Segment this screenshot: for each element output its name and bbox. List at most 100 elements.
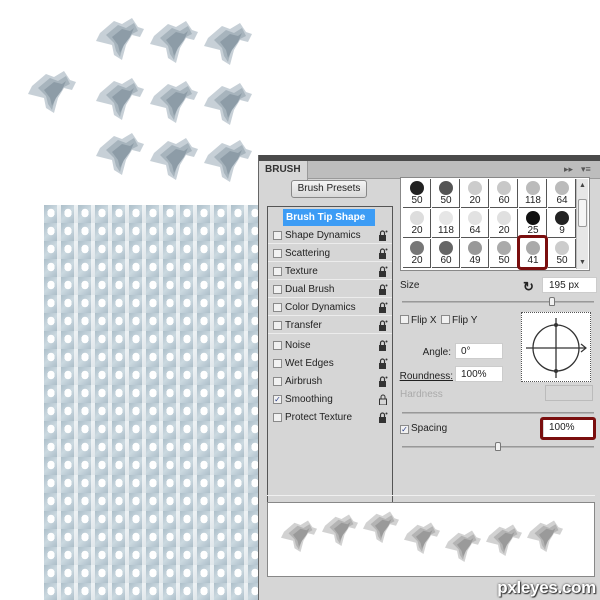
- flip-y-checkbox[interactable]: Flip Y: [441, 315, 477, 326]
- option-wet-edges[interactable]: Wet Edges: [268, 355, 392, 372]
- brush-tip[interactable]: 25: [519, 209, 547, 238]
- brush-tip-thumbnail: [526, 181, 540, 195]
- brush-tip[interactable]: 20: [490, 209, 518, 238]
- brush-tip[interactable]: 50: [403, 179, 431, 208]
- brush-stamp: [24, 68, 80, 118]
- checkbox[interactable]: [273, 341, 282, 350]
- brush-tip[interactable]: 9: [548, 209, 576, 238]
- option-airbrush[interactable]: Airbrush: [268, 373, 392, 390]
- brush-tip[interactable]: 50: [490, 239, 518, 268]
- checkbox[interactable]: [273, 285, 282, 294]
- option-scattering[interactable]: Scattering: [268, 245, 392, 262]
- collapse-icon[interactable]: ▸▸: [564, 164, 573, 175]
- lock-icon[interactable]: [378, 394, 388, 406]
- brush-tip-size: 20: [411, 255, 423, 266]
- brush-tip[interactable]: 50: [548, 239, 576, 268]
- scroll-down-icon[interactable]: ▼: [579, 259, 586, 266]
- checkbox[interactable]: [273, 303, 282, 312]
- lock-icon[interactable]: [378, 266, 388, 277]
- brush-tip-size: 9: [559, 225, 565, 236]
- brush-tip-thumbnail: [468, 211, 482, 225]
- lock-icon[interactable]: [378, 230, 388, 241]
- brush-stamp: [146, 135, 202, 185]
- angle-label: Angle:: [422, 347, 451, 358]
- brush-tip-size: 20: [411, 225, 423, 236]
- grid-scrollbar[interactable]: ▲ ▼: [576, 179, 588, 269]
- brush-tip[interactable]: 49: [461, 239, 489, 268]
- option-shape-dynamics[interactable]: Shape Dynamics: [268, 227, 392, 244]
- brush-tip-thumbnail: [468, 181, 482, 195]
- checkbox[interactable]: [273, 267, 282, 276]
- option-texture[interactable]: Texture: [268, 263, 392, 280]
- spacing-checkbox[interactable]: ✓ Spacing: [400, 423, 447, 434]
- spacing-label: Spacing: [411, 423, 448, 434]
- checkbox[interactable]: [273, 377, 282, 386]
- checkbox[interactable]: [273, 359, 282, 368]
- brush-tip-size: 20: [469, 195, 481, 206]
- checkbox[interactable]: [273, 321, 282, 330]
- brush-tip[interactable]: 20: [403, 209, 431, 238]
- lock-icon[interactable]: [378, 358, 388, 369]
- option-label: Shape Dynamics: [285, 230, 361, 241]
- flip-x-box[interactable]: [400, 315, 409, 324]
- preview-stamp: [278, 517, 318, 557]
- checkbox[interactable]: [273, 231, 282, 240]
- flip-y-box[interactable]: [441, 315, 450, 324]
- brush-stamp: [200, 20, 256, 70]
- brush-tip[interactable]: 64: [461, 209, 489, 238]
- roundness-input[interactable]: 100%: [455, 366, 503, 382]
- option-label: Scattering: [285, 248, 331, 259]
- brush-pattern-overlay: [44, 205, 258, 600]
- brush-tip-size: 60: [498, 195, 510, 206]
- lock-icon[interactable]: [378, 412, 388, 423]
- brush-tip[interactable]: 64: [548, 179, 576, 208]
- option-noise[interactable]: Noise: [268, 337, 392, 354]
- spacing-highlight: [540, 417, 596, 440]
- angle-crosshair-icon[interactable]: [522, 313, 592, 383]
- option-dual-brush[interactable]: Dual Brush: [268, 281, 392, 298]
- brush-tip[interactable]: 60: [432, 239, 460, 268]
- brush-tip[interactable]: 50: [432, 179, 460, 208]
- brush-tip-size: 50: [440, 195, 452, 206]
- lock-icon[interactable]: [378, 340, 388, 351]
- reset-size-icon[interactable]: ↻: [523, 279, 534, 295]
- option-protect-texture[interactable]: Protect Texture: [268, 409, 392, 426]
- brush-tip[interactable]: 20: [403, 239, 431, 268]
- brush-tip-thumbnail: [555, 181, 569, 195]
- preview-stamp: [360, 508, 400, 548]
- brush-stamp: [146, 18, 202, 68]
- brush-tip-grid: ▲ ▼ 50 50 20 60 118 64 20 118 64 20 25 9 20 60 49 50 41 5…: [400, 177, 590, 271]
- angle-input[interactable]: 0°: [455, 343, 503, 359]
- spacing-check-box[interactable]: ✓: [400, 425, 409, 434]
- lock-icon[interactable]: [378, 320, 388, 331]
- brush-tip[interactable]: 60: [490, 179, 518, 208]
- brush-stamp: [146, 78, 202, 128]
- scroll-up-icon[interactable]: ▲: [579, 182, 586, 189]
- size-slider-thumb[interactable]: [548, 297, 555, 306]
- spacing-slider-thumb[interactable]: [495, 442, 501, 451]
- option-color-dynamics[interactable]: Color Dynamics: [268, 299, 392, 316]
- brush-tip[interactable]: 20: [461, 179, 489, 208]
- brush-tip[interactable]: 118: [432, 209, 460, 238]
- checkbox[interactable]: [273, 413, 282, 422]
- lock-icon[interactable]: [378, 376, 388, 387]
- lock-icon[interactable]: [378, 284, 388, 295]
- tab-brush[interactable]: BRUSH: [259, 161, 308, 180]
- option-brush-tip-shape[interactable]: Brush Tip Shape: [268, 209, 392, 226]
- option-smoothing[interactable]: ✓ Smoothing: [268, 391, 392, 408]
- flip-x-checkbox[interactable]: Flip X: [400, 315, 437, 326]
- lock-icon[interactable]: [378, 302, 388, 313]
- lock-icon[interactable]: [378, 248, 388, 259]
- angle-roundness-widget[interactable]: [521, 312, 591, 382]
- option-label: Smoothing: [285, 394, 333, 405]
- scroll-thumb[interactable]: [578, 199, 587, 227]
- brush-presets-button[interactable]: Brush Presets: [291, 180, 367, 198]
- checkbox[interactable]: [273, 249, 282, 258]
- spacing-slider[interactable]: [402, 442, 594, 451]
- panel-menu-icon[interactable]: ▾≡: [581, 164, 591, 175]
- size-slider[interactable]: [402, 297, 594, 306]
- checkbox[interactable]: ✓: [273, 395, 282, 404]
- brush-tip[interactable]: 118: [519, 179, 547, 208]
- size-input[interactable]: 195 px: [542, 277, 597, 293]
- option-transfer[interactable]: Transfer: [268, 317, 392, 334]
